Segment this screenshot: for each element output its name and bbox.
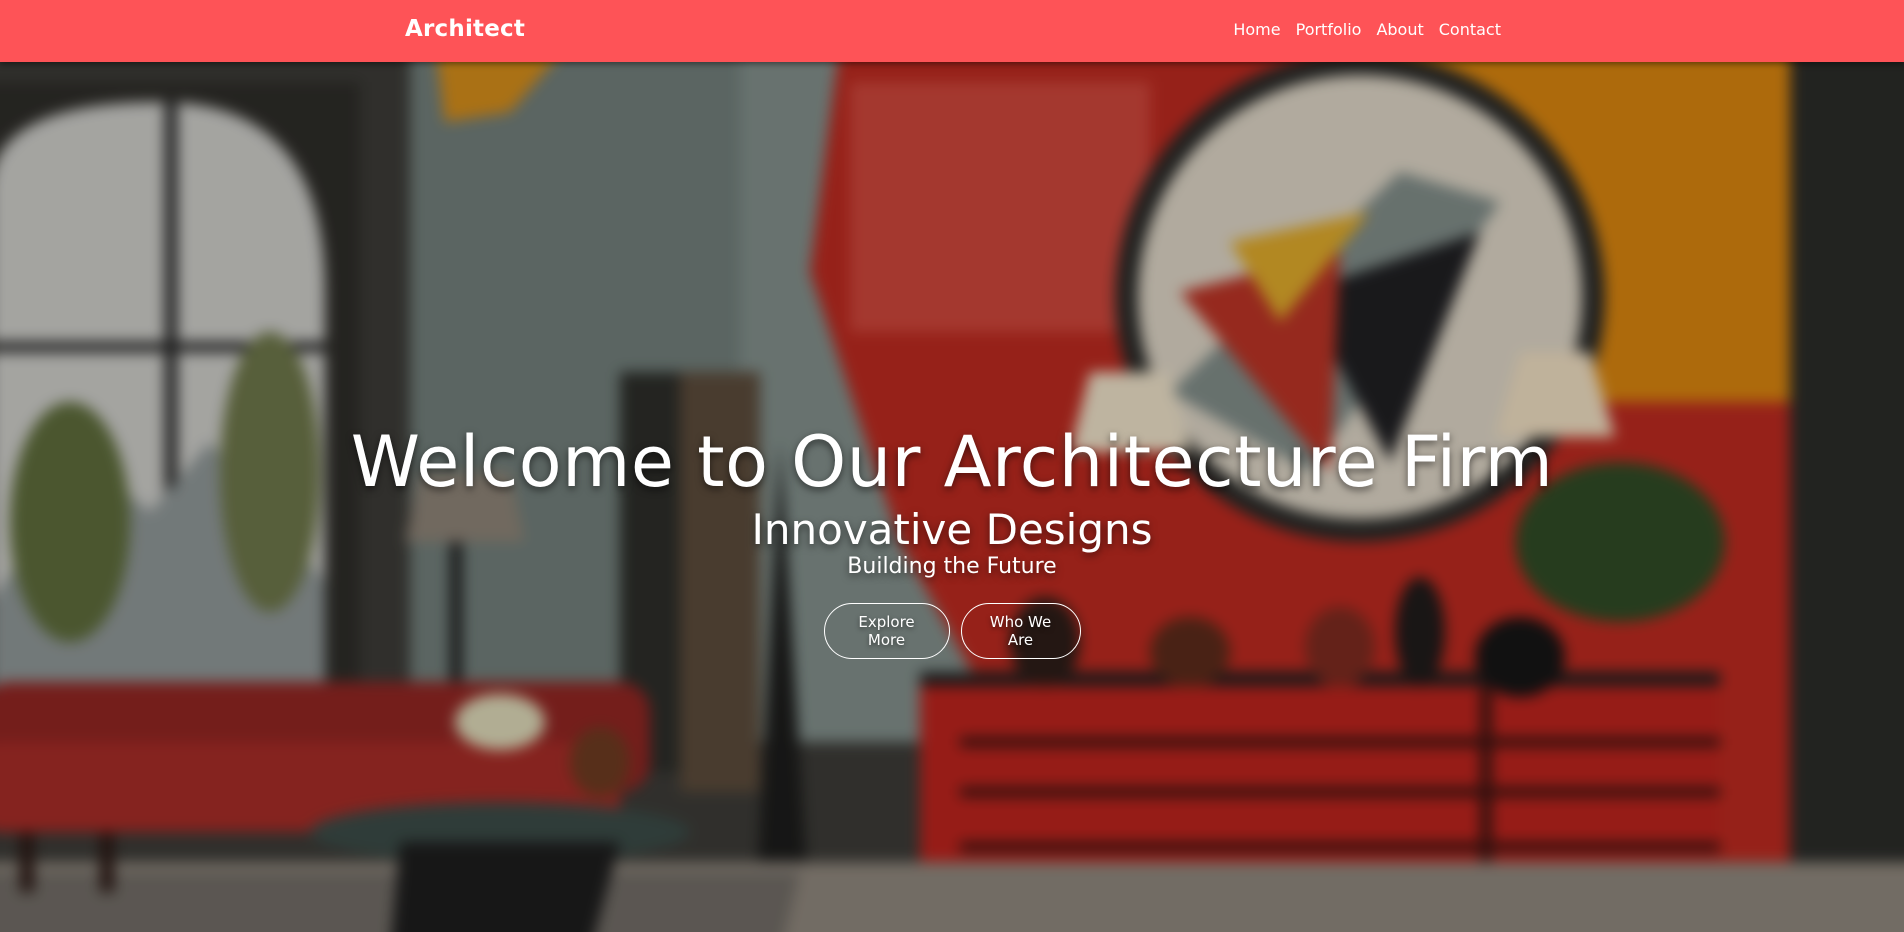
hero-subtitle: Innovative Designs xyxy=(751,505,1153,554)
nav-link-about[interactable]: About xyxy=(1376,20,1423,39)
brand-logo[interactable]: Architect xyxy=(405,16,525,42)
hero-tagline: Building the Future xyxy=(847,554,1057,579)
hero-section: Welcome to Our Architecture Firm Innovat… xyxy=(0,62,1904,932)
nav-link-home[interactable]: Home xyxy=(1233,20,1280,39)
explore-more-button[interactable]: Explore More xyxy=(823,603,950,659)
nav-link-contact[interactable]: Contact xyxy=(1439,20,1501,39)
nav-link-portfolio[interactable]: Portfolio xyxy=(1296,20,1362,39)
top-navbar: Architect Home Portfolio About Contact xyxy=(0,0,1904,62)
who-we-are-button[interactable]: Who We Are xyxy=(960,603,1081,659)
hero-title: Welcome to Our Architecture Firm xyxy=(350,421,1554,503)
nav-links: Home Portfolio About Contact xyxy=(1233,20,1501,39)
hero-actions: Explore More Who We Are xyxy=(0,603,1904,659)
